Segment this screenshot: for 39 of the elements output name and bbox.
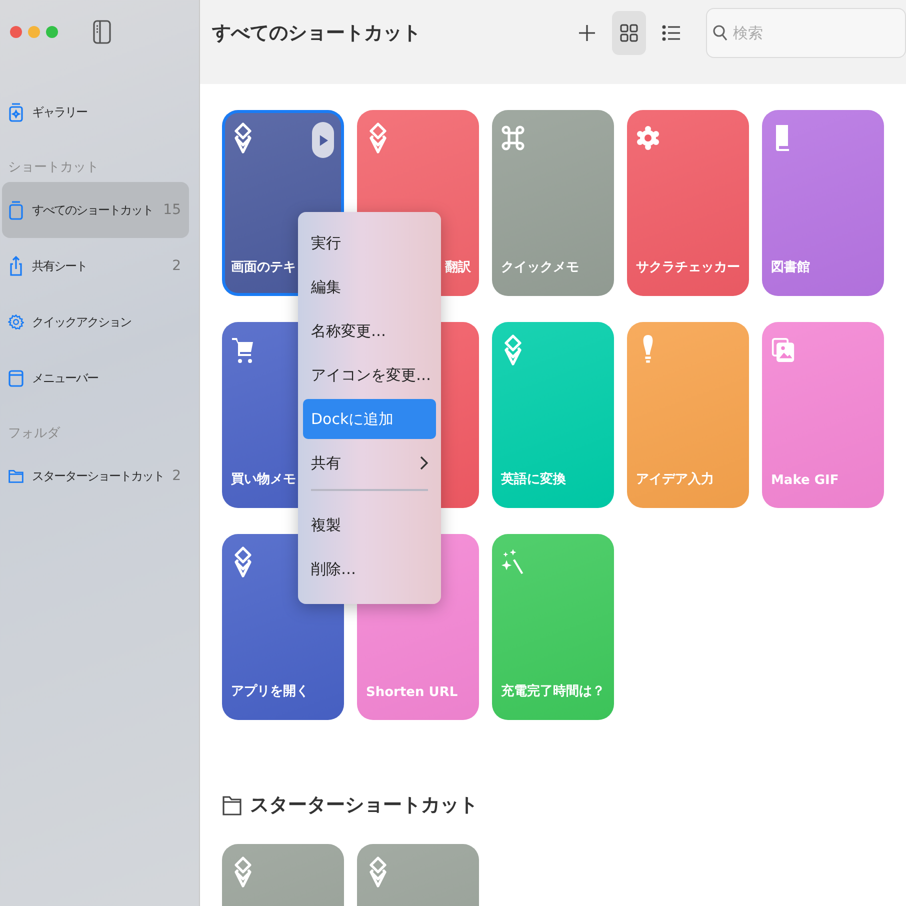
card-title: アプリを開く	[231, 682, 310, 700]
sidebar-item[interactable]: メニューバー	[2, 350, 189, 406]
close-button[interactable]	[10, 26, 22, 38]
sidebar-item[interactable]: 共有シート 2	[2, 238, 189, 294]
section-heading: スターターショートカット	[250, 793, 478, 818]
sidebar-item[interactable]: スターターショートカット 2	[2, 448, 189, 504]
section-heading: ショートカット	[7, 159, 100, 177]
search-field[interactable]: 検索	[706, 8, 906, 58]
card-title: 翻訳	[444, 259, 471, 276]
menu-item[interactable]: Dockに追加	[303, 399, 436, 439]
card-title: 画面のテキ	[231, 259, 297, 276]
sidebar-item[interactable]: クイックアクション	[2, 294, 189, 350]
page-title: すべてのショートカット	[212, 21, 422, 46]
share-icon	[8, 255, 24, 277]
chevron-icon	[420, 456, 428, 470]
card-title: Make GIF	[771, 473, 840, 488]
card-title: アイデア入力	[636, 470, 715, 488]
card-title: 充電完了時間は？	[501, 682, 606, 700]
window-icon	[8, 367, 24, 389]
sidebar-toggle-icon[interactable]	[92, 19, 112, 45]
folder-icon	[222, 794, 242, 816]
card-title: クイックメモ	[501, 259, 580, 276]
sidebar-item[interactable]: すべてのショートカット 15	[2, 182, 189, 238]
card-title: 英語に変換	[501, 470, 567, 488]
play-button[interactable]	[312, 122, 334, 158]
card-title: 買い物メモ	[231, 471, 297, 488]
card-title: 図書館	[771, 259, 811, 276]
card-title: Shorten URL	[366, 685, 459, 700]
stack-icon	[8, 199, 24, 221]
list-icon	[661, 23, 681, 43]
gallery-icon	[8, 101, 24, 123]
play-icon	[318, 134, 328, 146]
grid-icon	[619, 23, 639, 43]
search-icon	[712, 24, 728, 42]
sidebar-item[interactable]: ギャラリー	[2, 84, 189, 140]
section-heading: フォルダ	[7, 425, 62, 443]
card-title: サクラチェッカー	[636, 259, 741, 276]
grid-view-button[interactable]	[612, 11, 646, 55]
plus-icon	[577, 23, 597, 43]
